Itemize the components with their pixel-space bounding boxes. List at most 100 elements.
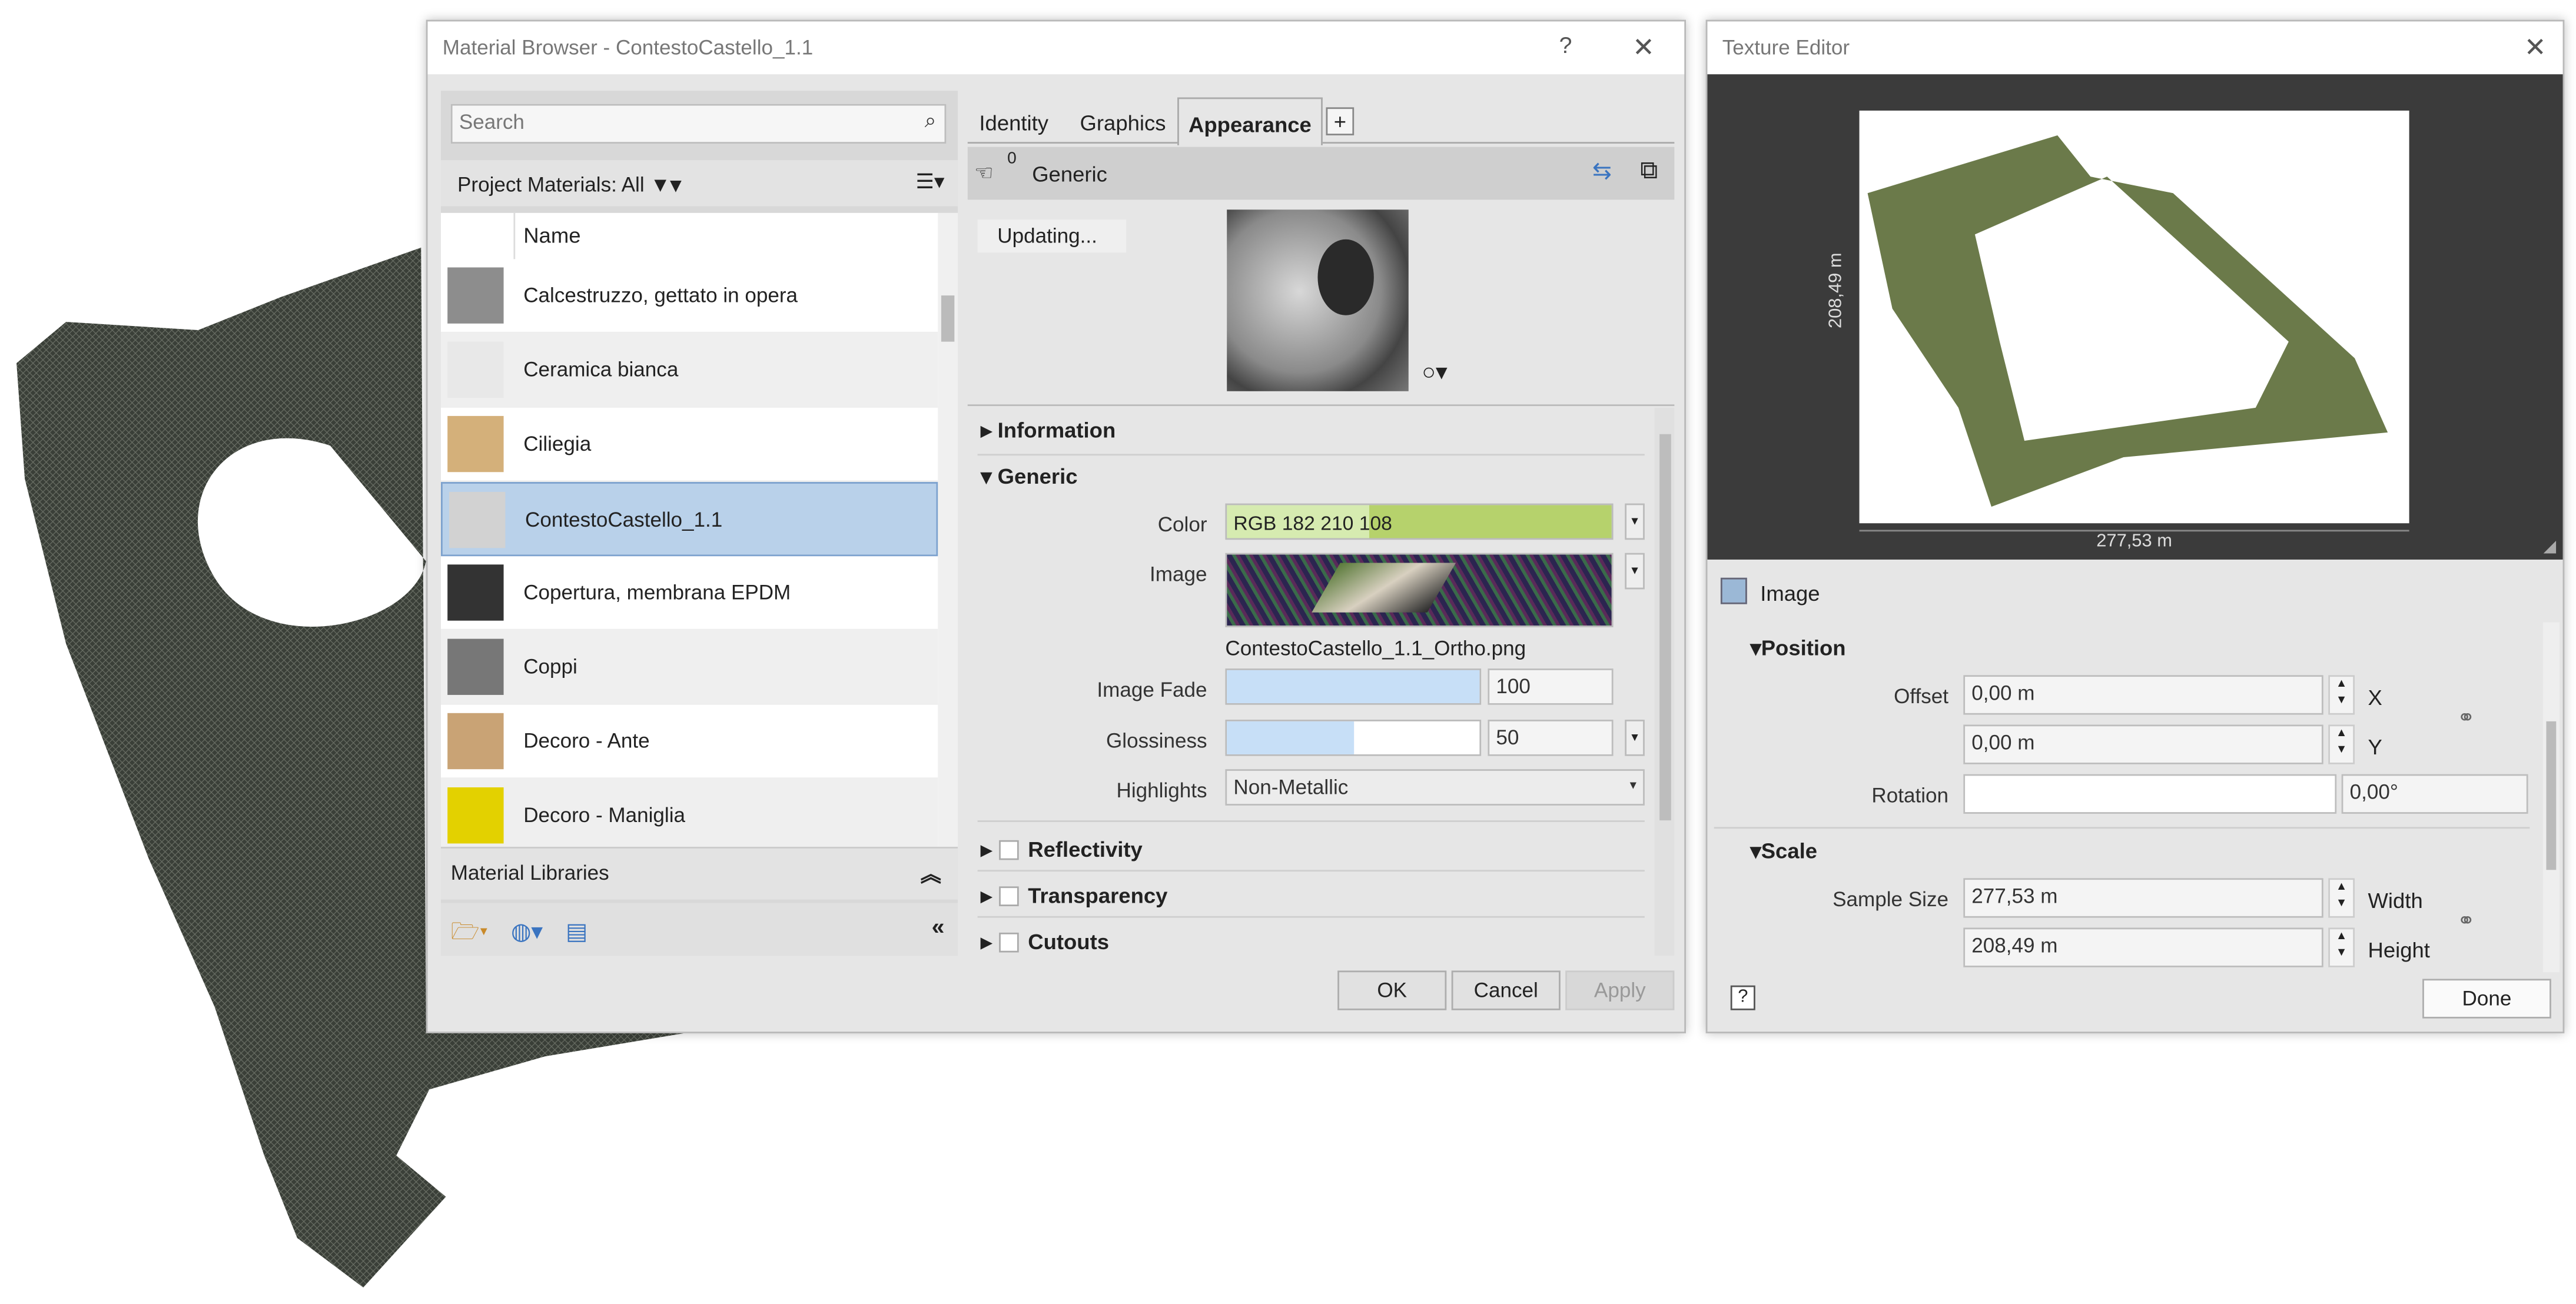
material-row[interactable]: Calcestruzzo, gettato in opera: [440, 259, 938, 334]
sample-width-spinner[interactable]: ▲ ▼: [2328, 878, 2355, 918]
offset-y-spinner[interactable]: ▲ ▼: [2328, 724, 2355, 764]
sample-width-input[interactable]: 277,53 m: [1963, 878, 2323, 918]
apply-button[interactable]: Apply: [1565, 970, 1675, 1010]
transparency-checkbox[interactable]: [998, 886, 1018, 906]
help-button[interactable]: ?: [1559, 31, 1572, 58]
image-icon: [1720, 577, 1747, 604]
material-row[interactable]: Coppi: [440, 630, 938, 705]
material-row[interactable]: Ceramica bianca: [440, 333, 938, 408]
cutouts-checkbox[interactable]: [998, 932, 1018, 953]
material-swatch-icon: [447, 787, 504, 844]
image-fade-input[interactable]: 100: [1488, 668, 1614, 705]
hand-icon: ☜: [974, 160, 994, 185]
color-label: Color: [1157, 513, 1207, 537]
height-dimension: 208,49 m: [1826, 252, 1847, 329]
ok-button[interactable]: OK: [1337, 970, 1447, 1010]
cancel-button[interactable]: Cancel: [1451, 970, 1561, 1010]
create-material-icon[interactable]: ◍▾: [511, 918, 543, 944]
link-offset-icon[interactable]: ⚭: [2457, 705, 2475, 731]
rotation-input[interactable]: 0,00°: [2341, 774, 2528, 814]
asset-header: ☜ 0 Generic ⇆ ⧉: [967, 147, 1675, 200]
section-reflectivity[interactable]: ▸ Reflectivity: [981, 837, 1143, 863]
close-button[interactable]: ✕: [1632, 31, 1655, 64]
material-name: Coppi: [523, 655, 577, 678]
material-row[interactable]: Copertura, membrana EPDM: [440, 556, 938, 631]
add-tab-button[interactable]: +: [1326, 107, 1355, 136]
image-filename[interactable]: ContestoCastello_1.1_Ortho.png: [1225, 637, 1526, 660]
material-name: ContestoCastello_1.1: [525, 508, 723, 532]
filter-bar: Project Materials: All ▼▾ ☰▾: [440, 160, 958, 207]
image-dropdown[interactable]: ▾: [1625, 553, 1645, 590]
material-list: Name Calcestruzzo, gettato in opera Ceram…: [440, 212, 958, 847]
material-row[interactable]: ContestoCastello_1.1: [440, 482, 938, 557]
texture-properties: ▾Position Offset 0,00 m ▲ ▼ X 0,00 m ▲ ▼ Y…: [1707, 622, 2563, 973]
texture-scrollbar[interactable]: [2542, 622, 2560, 973]
material-list-panel: Search ⌕ Project Materials: All ▼▾ ☰▾ Nam…: [440, 91, 958, 956]
color-dropdown[interactable]: ▾: [1625, 503, 1645, 540]
material-libraries-bar[interactable]: Material Libraries ︽: [440, 847, 958, 900]
texture-image[interactable]: [1859, 110, 2409, 524]
title-bar: Texture Editor ✕: [1707, 21, 2563, 75]
sample-height-input[interactable]: 208,49 m: [1963, 927, 2323, 967]
image-fade-slider[interactable]: [1225, 668, 1482, 705]
section-scale[interactable]: ▾Scale: [1750, 839, 1817, 865]
offset-x-spinner[interactable]: ▲ ▼: [2328, 675, 2355, 715]
y-label: Y: [2368, 734, 2382, 760]
resize-grip-icon[interactable]: ◢: [2544, 538, 2557, 556]
highlights-select[interactable]: Non-Metallic ▾: [1225, 769, 1645, 806]
material-swatch-icon: [447, 638, 504, 695]
done-button[interactable]: Done: [2422, 979, 2551, 1019]
replace-asset-icon[interactable]: ⇆: [1592, 157, 1612, 185]
collapse-up-icon[interactable]: ︽: [921, 857, 941, 888]
list-scrollbar[interactable]: [938, 212, 958, 847]
title-bar: Material Browser - ContestoCastello_1.1 …: [427, 21, 1685, 75]
dialog-title: Material Browser - ContestoCastello_1.1: [442, 36, 814, 59]
tab-graphics[interactable]: Graphics: [1080, 111, 1166, 135]
search-input[interactable]: Search ⌕: [450, 104, 947, 144]
material-swatch-icon: [447, 267, 504, 324]
material-row[interactable]: Decoro - Ante: [440, 704, 938, 780]
duplicate-asset-icon[interactable]: ⧉: [1640, 157, 1658, 185]
glossiness-input[interactable]: 50: [1488, 720, 1614, 756]
collapse-left-icon[interactable]: «: [932, 913, 945, 939]
color-swatch[interactable]: RGB 182 210 108: [1225, 503, 1614, 540]
image-thumbnail[interactable]: [1225, 553, 1614, 627]
close-button[interactable]: ✕: [2524, 31, 2547, 64]
material-libraries-label: Material Libraries: [450, 861, 609, 885]
material-swatch-icon: [447, 564, 504, 621]
section-generic[interactable]: ▾ Generic: [981, 464, 1077, 490]
material-row[interactable]: Ciliegia: [440, 407, 938, 483]
reflectivity-checkbox[interactable]: [998, 840, 1018, 860]
material-editor-panel: Identity Graphics Appearance + ☜ 0 Gener…: [967, 97, 1675, 956]
section-cutouts[interactable]: ▸ Cutouts: [981, 929, 1109, 956]
offset-x-input[interactable]: 0,00 m: [1963, 675, 2323, 715]
tab-appearance[interactable]: Appearance: [1177, 97, 1323, 145]
project-materials-filter[interactable]: Project Materials: All: [457, 174, 645, 197]
image-label: Image: [1760, 581, 1820, 606]
color-value: RGB 182 210 108: [1233, 511, 1392, 535]
material-row[interactable]: Decoro - Maniglia: [440, 779, 938, 847]
tab-identity[interactable]: Identity: [979, 111, 1048, 135]
material-swatch-icon: [449, 491, 506, 548]
glossiness-dropdown[interactable]: ▾: [1625, 720, 1645, 756]
help-button[interactable]: ?: [1730, 985, 1755, 1010]
sample-height-spinner[interactable]: ▲ ▼: [2328, 927, 2355, 967]
rotation-slider[interactable]: [1963, 774, 2337, 814]
preview-options-icon[interactable]: ○▾: [1422, 358, 1447, 387]
offset-y-input[interactable]: 0,00 m: [1963, 724, 2323, 764]
open-library-icon[interactable]: 🗁▾: [451, 918, 488, 944]
glossiness-slider[interactable]: [1225, 720, 1482, 756]
name-column-header[interactable]: Name: [523, 223, 580, 248]
list-view-icon[interactable]: ☰▾: [915, 168, 944, 193]
x-label: X: [2368, 685, 2382, 710]
section-position[interactable]: ▾Position: [1750, 636, 1845, 662]
section-information[interactable]: ▸ Information: [981, 418, 1116, 444]
filter-icon[interactable]: ▼▾: [650, 174, 680, 197]
rotation-label: Rotation: [1871, 784, 1949, 807]
properties-scrollbar[interactable]: [1654, 407, 1675, 956]
texture-editor-dialog: Texture Editor ✕ 208,49 m 277,53 m ◢ Imag…: [1705, 19, 2565, 1033]
asset-browser-icon[interactable]: ▤: [566, 918, 587, 944]
glossiness-label: Glossiness: [1106, 729, 1207, 753]
section-transparency[interactable]: ▸ Transparency: [981, 883, 1167, 910]
link-scale-icon[interactable]: ⚭: [2457, 908, 2475, 934]
